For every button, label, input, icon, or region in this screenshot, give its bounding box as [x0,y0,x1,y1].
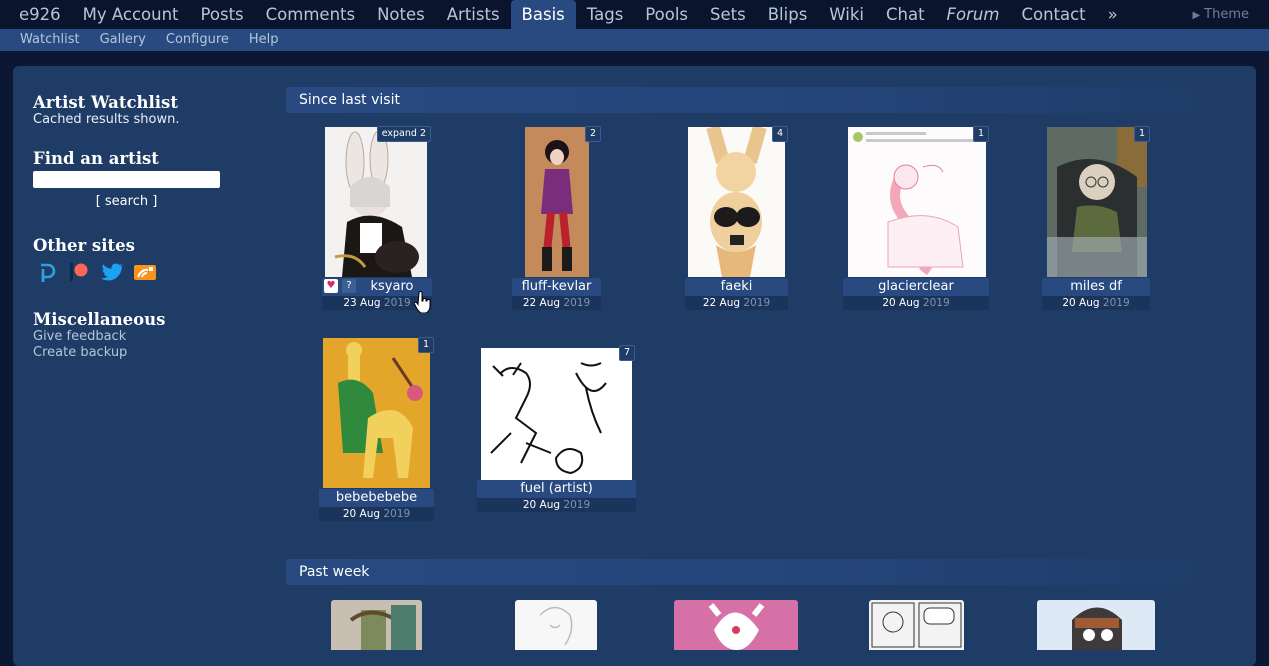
other-sites-heading: Other sites [33,236,135,255]
past-week-thumb[interactable] [674,600,798,650]
twitter-icon[interactable] [99,261,125,283]
sidebar-title: Artist Watchlist [33,93,178,112]
count-badge[interactable]: 1 [417,337,434,353]
nav-chat[interactable]: Chat [875,0,936,29]
thumbnail-image[interactable] [323,338,430,488]
count-badge[interactable]: 1 [972,126,989,142]
thumbnail-image[interactable] [869,600,964,650]
hand-cursor-icon [414,291,431,313]
nav-more[interactable]: » [1097,0,1129,29]
sub-nav: Watchlist Gallery Configure Help [0,29,1269,51]
subnav-watchlist[interactable]: Watchlist [10,29,90,51]
find-artist-heading: Find an artist [33,149,159,168]
sidebar: Artist Watchlist Cached results shown. F… [33,93,233,361]
thumb-bebebebebe[interactable]: 1 bebebebebe 20 Aug 2019 [319,337,434,521]
count-badge[interactable]: 7 [618,345,635,361]
heart-icon[interactable]: ♥ [324,279,338,293]
sidebar-subtitle: Cached results shown. [33,112,180,127]
thumbnail-image[interactable] [1047,127,1147,277]
section-since-last-visit: Since last visit [286,87,1256,113]
date-label: 20 Aug 2019 [843,296,989,310]
nav-e926[interactable]: e926 [8,0,72,29]
count-badge[interactable]: 2 [584,126,601,142]
thumb-fuel-artist[interactable]: 7 fuel (artist) 20 Aug 2019 [477,345,636,512]
search-button[interactable]: [ search ] [33,194,220,209]
count-badge[interactable]: 1 [1133,126,1150,142]
give-feedback-link[interactable]: Give feedback [33,329,233,345]
thumbnail-image[interactable] [525,127,589,277]
thumbnail-image[interactable] [674,600,798,650]
expand-badge[interactable]: expand 2 [376,126,431,142]
subnav-help[interactable]: Help [239,29,289,51]
play-triangle-icon: ▶ [1192,10,1201,21]
date-label: 22 Aug 2019 [685,296,788,310]
past-week-thumb[interactable] [869,600,964,650]
top-nav-links: e926 My Account Posts Comments Notes Art… [8,0,1129,29]
artist-name[interactable]: fluff-kevlar [512,278,601,296]
thumb-miles-df[interactable]: 1 miles df 20 Aug 2019 [1042,126,1150,310]
artist-search-input[interactable] [33,171,220,188]
thumbnail-image[interactable] [848,127,986,277]
theme-label: Theme [1204,7,1249,22]
thumbnail-image[interactable] [515,600,597,650]
past-week-thumb[interactable] [331,600,422,650]
artist-name[interactable]: bebebebebe [319,489,434,507]
date-label: 20 Aug 2019 [477,498,636,512]
past-week-thumb[interactable] [1037,600,1155,650]
nav-pools[interactable]: Pools [634,0,699,29]
nav-basis[interactable]: Basis [510,0,576,29]
nav-blips[interactable]: Blips [757,0,819,29]
thumbnail-image[interactable] [325,127,427,277]
nav-tags[interactable]: Tags [576,0,635,29]
patreon-icon[interactable] [66,261,92,283]
furaffinity-icon[interactable] [132,261,158,283]
misc-heading: Miscellaneous [33,310,166,329]
nav-artists[interactable]: Artists [436,0,511,29]
nav-wiki[interactable]: Wiki [818,0,875,29]
artist-name[interactable]: fuel (artist) [477,480,636,498]
date-label: 20 Aug 2019 [319,507,434,521]
thumb-glacierclear[interactable]: 1 glacierclear 20 Aug 2019 [843,126,989,310]
paheal-icon[interactable] [33,261,59,283]
thumbnail-image[interactable] [688,127,785,277]
question-icon[interactable]: ? [342,279,356,293]
nav-notes[interactable]: Notes [366,0,436,29]
artist-name[interactable]: miles df [1042,278,1150,296]
thumb-ksyaro[interactable]: expand 2 ♥ ? ksyaro 23 Aug 2019 [322,126,432,310]
thumb-faeki[interactable]: 4 faeki 22 Aug 2019 [685,126,788,310]
date-label: 20 Aug 2019 [1042,296,1150,310]
nav-forum[interactable]: Forum [936,0,1011,29]
past-week-thumb[interactable] [515,600,597,650]
section-past-week: Past week [286,559,1256,585]
count-badge[interactable]: 4 [771,126,788,142]
section-title: Past week [299,564,370,580]
thumbnail-image[interactable] [481,348,632,480]
create-backup-link[interactable]: Create backup [33,345,233,361]
artist-name[interactable]: glacierclear [843,278,989,296]
subnav-configure[interactable]: Configure [156,29,239,51]
artist-name[interactable]: ksyaro [362,279,422,295]
thumb-fluff-kevlar[interactable]: 2 fluff-kevlar 22 Aug 2019 [512,126,601,310]
thumbnail-image[interactable] [1037,600,1155,650]
nav-sets[interactable]: Sets [699,0,757,29]
thumbnail-image[interactable] [331,600,422,650]
nav-posts[interactable]: Posts [190,0,255,29]
nav-contact[interactable]: Contact [1010,0,1096,29]
other-sites-icons [33,261,233,283]
top-nav: e926 My Account Posts Comments Notes Art… [0,0,1269,29]
theme-toggle[interactable]: ▶ Theme [1192,0,1249,30]
artist-name[interactable]: faeki [685,278,788,296]
date-label: 22 Aug 2019 [512,296,601,310]
subnav-gallery[interactable]: Gallery [90,29,156,51]
nav-my-account[interactable]: My Account [72,0,190,29]
nav-comments[interactable]: Comments [255,0,366,29]
section-title: Since last visit [299,92,400,108]
